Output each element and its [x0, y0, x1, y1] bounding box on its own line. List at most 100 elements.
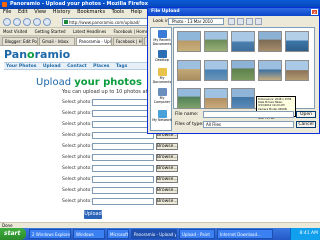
tab[interactable]: Blogger: Edit Post...	[2, 37, 38, 45]
menu-file[interactable]: File	[3, 9, 11, 15]
browse-button[interactable]: Browse...	[156, 176, 178, 183]
taskbar-item[interactable]: Windows	[73, 229, 105, 239]
filetype-dropdown[interactable]: All Files	[203, 121, 294, 128]
select-photo-label: Select photo:	[62, 199, 92, 204]
photo-path-input[interactable]	[92, 154, 154, 161]
select-photo-label: Select photo:	[62, 155, 92, 160]
select-photo-label: Select photo:	[62, 111, 92, 116]
photo-thumbnail[interactable]	[285, 60, 309, 81]
nav-your-photos[interactable]: Your Photos	[6, 64, 36, 69]
lookin-dropdown[interactable]: Photo - 13 Mar 2010	[168, 18, 224, 25]
upload-button[interactable]: Upload	[84, 210, 102, 219]
photo-thumbnail[interactable]	[177, 88, 201, 109]
taskbar-item[interactable]: Upload - Paint	[179, 229, 215, 239]
menu-bookmarks[interactable]: Bookmarks	[77, 9, 105, 15]
photo-thumbnail[interactable]	[177, 31, 201, 52]
bookmark-item[interactable]: Most Visited	[3, 29, 27, 34]
taskbar-item[interactable]: Microsoft	[107, 229, 129, 239]
select-photo-label: Select photo:	[62, 144, 92, 149]
photo-path-input[interactable]	[92, 165, 154, 172]
back-icon[interactable]	[3, 18, 11, 26]
select-photo-row: Select photo: Browse...	[62, 154, 182, 162]
browse-button[interactable]: Browse...	[156, 143, 178, 150]
address-text: http://www.panoramio.com/upload/	[69, 20, 140, 25]
select-photo-label: Select photo:	[62, 133, 92, 138]
photo-path-input[interactable]	[92, 121, 154, 128]
photo-thumbnail[interactable]	[204, 88, 228, 109]
tab[interactable]: Facebook | Home	[113, 37, 143, 45]
photo-path-input[interactable]	[92, 99, 154, 106]
photo-thumbnail[interactable]	[231, 88, 255, 109]
menu-tools[interactable]: Tools	[112, 9, 124, 15]
photo-thumbnail[interactable]	[285, 31, 309, 52]
place-my-documents[interactable]: My Documents	[152, 68, 172, 84]
tab-active[interactable]: Panoramio - Upload...	[76, 37, 112, 45]
nav-contact[interactable]: Contact	[67, 64, 87, 69]
place-desktop[interactable]: Desktop	[152, 50, 172, 63]
reload-icon[interactable]	[23, 18, 31, 26]
photo-path-input[interactable]	[92, 132, 154, 139]
up-folder-icon[interactable]	[237, 18, 244, 25]
photo-thumbnail[interactable]	[177, 60, 201, 81]
photo-thumbnail[interactable]	[258, 31, 282, 52]
back-folder-icon[interactable]	[228, 18, 235, 25]
start-button[interactable]: start	[0, 228, 26, 240]
bookmark-item[interactable]: Facebook | Home	[114, 29, 149, 34]
select-photo-label: Select photo:	[62, 188, 92, 193]
home-icon[interactable]	[43, 18, 51, 26]
taskbar-item[interactable]: Internet Download...	[217, 229, 273, 239]
recent-documents-icon	[157, 30, 167, 38]
new-folder-icon[interactable]	[246, 18, 253, 25]
stop-icon[interactable]	[33, 18, 41, 26]
photo-path-input[interactable]	[92, 187, 154, 194]
browse-button[interactable]: Browse...	[156, 154, 178, 161]
taskbar-item-active[interactable]: Panoramio - Upload y...	[131, 229, 177, 239]
photo-path-input[interactable]	[92, 198, 154, 205]
taskbar: start 2 Windows Explorer Windows Microso…	[0, 228, 320, 240]
taskbar-item[interactable]: 2 Windows Explorer	[29, 229, 71, 239]
filename-input[interactable]	[203, 111, 294, 118]
photo-path-input[interactable]	[92, 110, 154, 117]
site-icon	[64, 20, 68, 24]
photo-thumbnail[interactable]	[231, 31, 255, 52]
close-icon[interactable]: ✕	[311, 9, 318, 15]
browse-button[interactable]: Browse...	[156, 198, 178, 205]
select-photo-label: Select photo:	[62, 166, 92, 171]
menu-edit[interactable]: Edit	[18, 9, 28, 15]
my-documents-icon	[157, 68, 167, 76]
nav-upload[interactable]: Upload	[43, 64, 61, 69]
photo-path-input[interactable]	[92, 143, 154, 150]
place-my-network[interactable]: My Network	[152, 110, 172, 123]
cancel-button[interactable]: Cancel	[296, 121, 316, 128]
page-title: Upload your photos	[36, 77, 142, 88]
select-photo-row: Select photo: Browse...	[62, 143, 182, 151]
panoramio-logo[interactable]: Panoramio	[4, 48, 70, 61]
places-bar: My Recent Documents Desktop My Documents…	[150, 27, 172, 131]
photo-thumbnail[interactable]	[258, 60, 282, 81]
browse-button[interactable]: Browse...	[156, 187, 178, 194]
menu-history[interactable]: History	[53, 9, 71, 15]
place-recent-documents[interactable]: My Recent Documents	[152, 30, 172, 46]
views-menu-icon[interactable]	[255, 18, 262, 25]
photo-thumbnail[interactable]	[231, 60, 255, 81]
system-tray-clock[interactable]: 8:41 AM	[290, 228, 320, 240]
select-photo-label: Select photo:	[62, 177, 92, 182]
forward-icon[interactable]	[13, 18, 21, 26]
tab[interactable]: Gmail - Inbox	[39, 37, 75, 45]
nav-places[interactable]: Places	[93, 64, 109, 69]
menu-view[interactable]: View	[34, 9, 46, 15]
select-photo-row: Select photo: Browse...	[62, 165, 182, 173]
select-photo-label: Select photo:	[62, 122, 92, 127]
open-button[interactable]: Open	[296, 111, 316, 118]
nav-tags[interactable]: Tags	[116, 64, 127, 69]
photo-thumbnail[interactable]	[204, 60, 228, 81]
address-bar[interactable]: http://www.panoramio.com/upload/	[62, 18, 160, 26]
firefox-icon	[2, 2, 7, 7]
bookmark-item[interactable]: Getting Started	[35, 29, 66, 34]
browse-button[interactable]: Browse...	[156, 165, 178, 172]
photo-path-input[interactable]	[92, 176, 154, 183]
place-my-computer[interactable]: My Computer	[152, 88, 172, 104]
menu-help[interactable]: Help	[131, 9, 142, 15]
photo-thumbnail[interactable]	[204, 31, 228, 52]
bookmark-item[interactable]: Latest Headlines	[73, 29, 106, 34]
